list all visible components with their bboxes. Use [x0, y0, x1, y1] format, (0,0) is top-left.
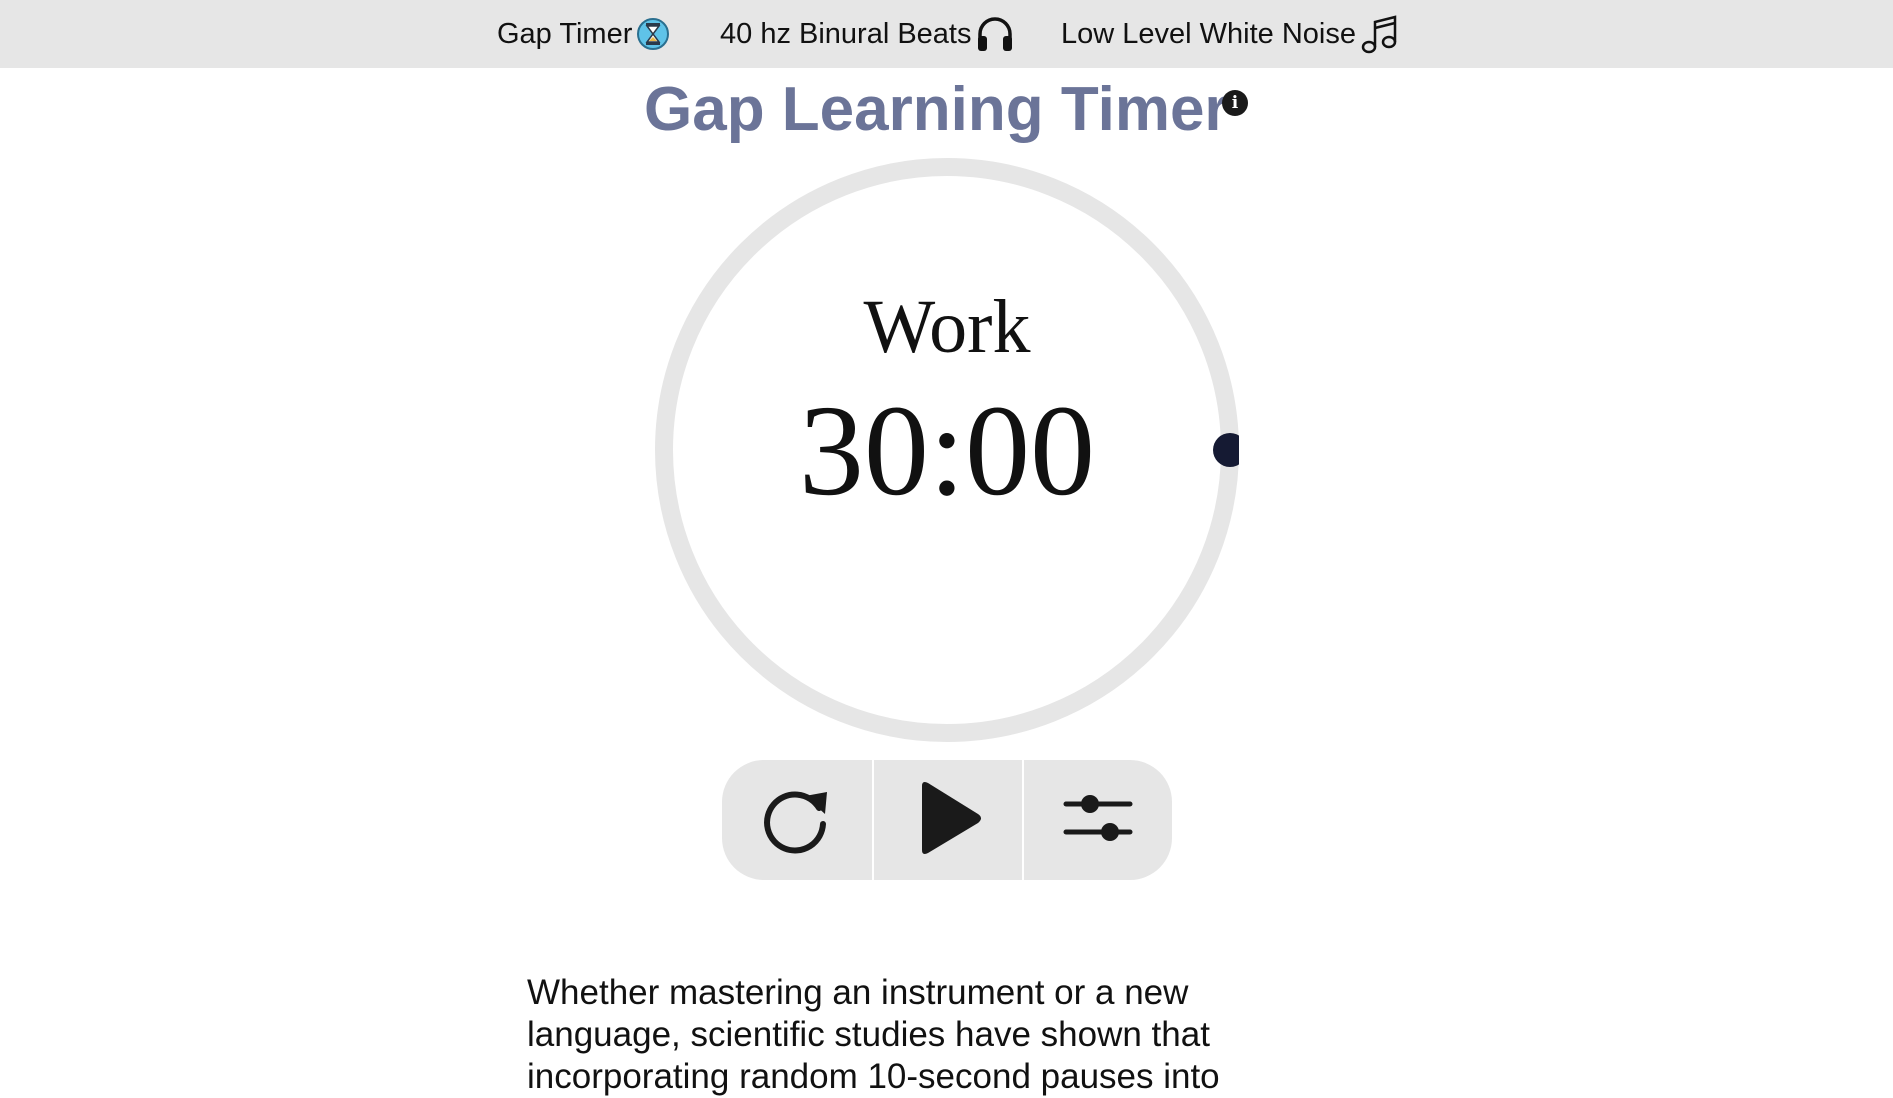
nav-binural-beats[interactable]: 40 hz Binural Beats	[720, 0, 1015, 68]
description-text: Whether mastering an instrument or a new…	[527, 973, 1220, 1096]
timer-controls	[722, 760, 1172, 880]
timer-mode-label: Work	[863, 285, 1031, 369]
nav-gap-timer-label: Gap Timer	[497, 17, 633, 50]
nav-white-noise[interactable]: Low Level White Noise	[1061, 0, 1398, 68]
play-icon	[908, 778, 988, 863]
page-title: Gap Learning Timer	[644, 75, 1229, 144]
nav-binural-beats-label: 40 hz Binural Beats	[720, 17, 972, 50]
nav-gap-timer[interactable]: Gap Timer	[497, 0, 670, 68]
info-icon[interactable]: i	[1222, 90, 1248, 116]
music-note-icon	[1360, 14, 1398, 54]
settings-button[interactable]	[1022, 760, 1172, 880]
timer-time-display: 30:00	[798, 379, 1096, 523]
nav-white-noise-label: Low Level White Noise	[1061, 17, 1356, 50]
hourglass-icon	[636, 17, 670, 51]
sliders-icon	[1058, 788, 1138, 853]
title-row: Gap Learning Timer i	[0, 72, 1893, 148]
restart-button[interactable]	[722, 760, 872, 880]
restart-icon	[757, 778, 837, 863]
top-nav-bar: Gap Timer 40 hz Binural Beats Low Level …	[0, 0, 1893, 68]
play-button[interactable]	[872, 760, 1022, 880]
timer-dial: Work 30:00	[655, 158, 1239, 742]
headphones-icon	[975, 16, 1015, 52]
